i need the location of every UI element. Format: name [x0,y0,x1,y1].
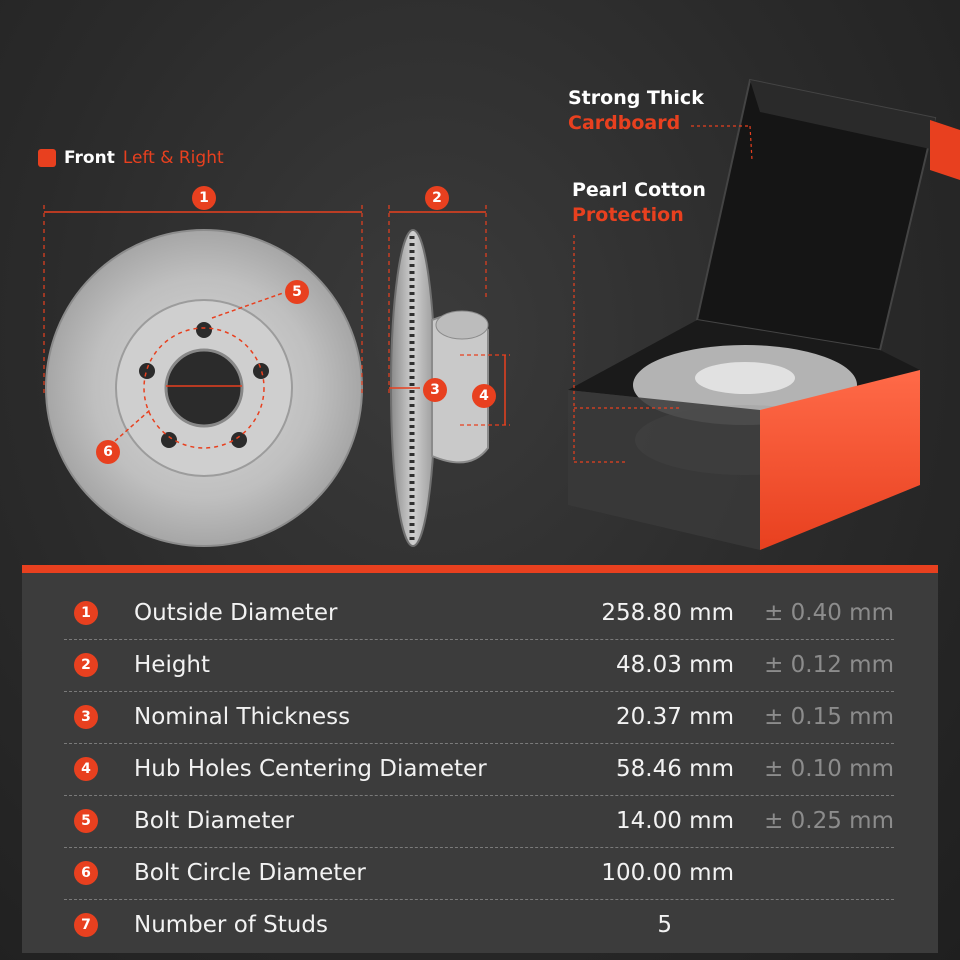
spec-value: 48.03 mm [616,652,734,678]
row-number: 2 [74,653,98,677]
marker-2: 2 [425,186,449,210]
table-row: 1 Outside Diameter 258.80 mm ± 0.40 mm [64,587,894,640]
callout-cardboard-line2: Cardboard [568,112,681,134]
spec-table: 1 Outside Diameter 258.80 mm ± 0.40 mm 2… [22,565,938,953]
callout-cardboard: Strong Thick Cardboard [568,86,704,136]
callout-cotton-line1: Pearl Cotton [572,179,706,201]
spec-value: 58.46 mm [616,756,734,782]
table-row: 3 Nominal Thickness 20.37 mm ± 0.15 mm [64,691,894,744]
product-illustration [43,78,960,550]
table-row: 2 Height 48.03 mm ± 0.12 mm [64,639,894,692]
row-number: 5 [74,809,98,833]
packaging-box [568,78,960,550]
row-number: 7 [74,913,98,937]
spec-name: Hub Holes Centering Diameter [134,756,487,782]
spec-tolerance: ± 0.12 mm [764,652,894,678]
spec-name: Bolt Diameter [134,808,294,834]
callout-cardboard-line1: Strong Thick [568,87,704,109]
marker-6: 6 [96,440,120,464]
row-number: 3 [74,705,98,729]
marker-1: 1 [192,186,216,210]
marker-3: 3 [423,378,447,402]
table-row: 6 Bolt Circle Diameter 100.00 mm [64,847,894,900]
table-row: 5 Bolt Diameter 14.00 mm ± 0.25 mm [64,795,894,848]
callout-cotton-line2: Protection [572,204,684,226]
row-number: 6 [74,861,98,885]
table-row: 4 Hub Holes Centering Diameter 58.46 mm … [64,743,894,796]
spec-tolerance: ± 0.10 mm [764,756,894,782]
spec-tolerance: ± 0.25 mm [764,808,894,834]
rotor-front-view [45,229,363,547]
row-number: 4 [74,757,98,781]
spec-name: Outside Diameter [134,600,338,626]
spec-value: 20.37 mm [616,704,734,730]
row-number: 1 [74,601,98,625]
spec-name: Height [134,652,211,678]
spec-name: Number of Studs [134,912,328,938]
spec-value: 5 [657,912,672,938]
spec-value: 258.80 mm [601,600,734,626]
spec-name: Bolt Circle Diameter [134,860,366,886]
callout-cotton: Pearl Cotton Protection [572,178,706,228]
spec-value: 100.00 mm [601,860,734,886]
spec-value: 14.00 mm [616,808,734,834]
spec-tolerance: ± 0.40 mm [764,600,894,626]
marker-4: 4 [472,384,496,408]
marker-5: 5 [285,280,309,304]
spec-name: Nominal Thickness [134,704,351,730]
table-row: 7 Number of Studs 5 [64,899,894,951]
spec-tolerance: ± 0.15 mm [764,704,894,730]
